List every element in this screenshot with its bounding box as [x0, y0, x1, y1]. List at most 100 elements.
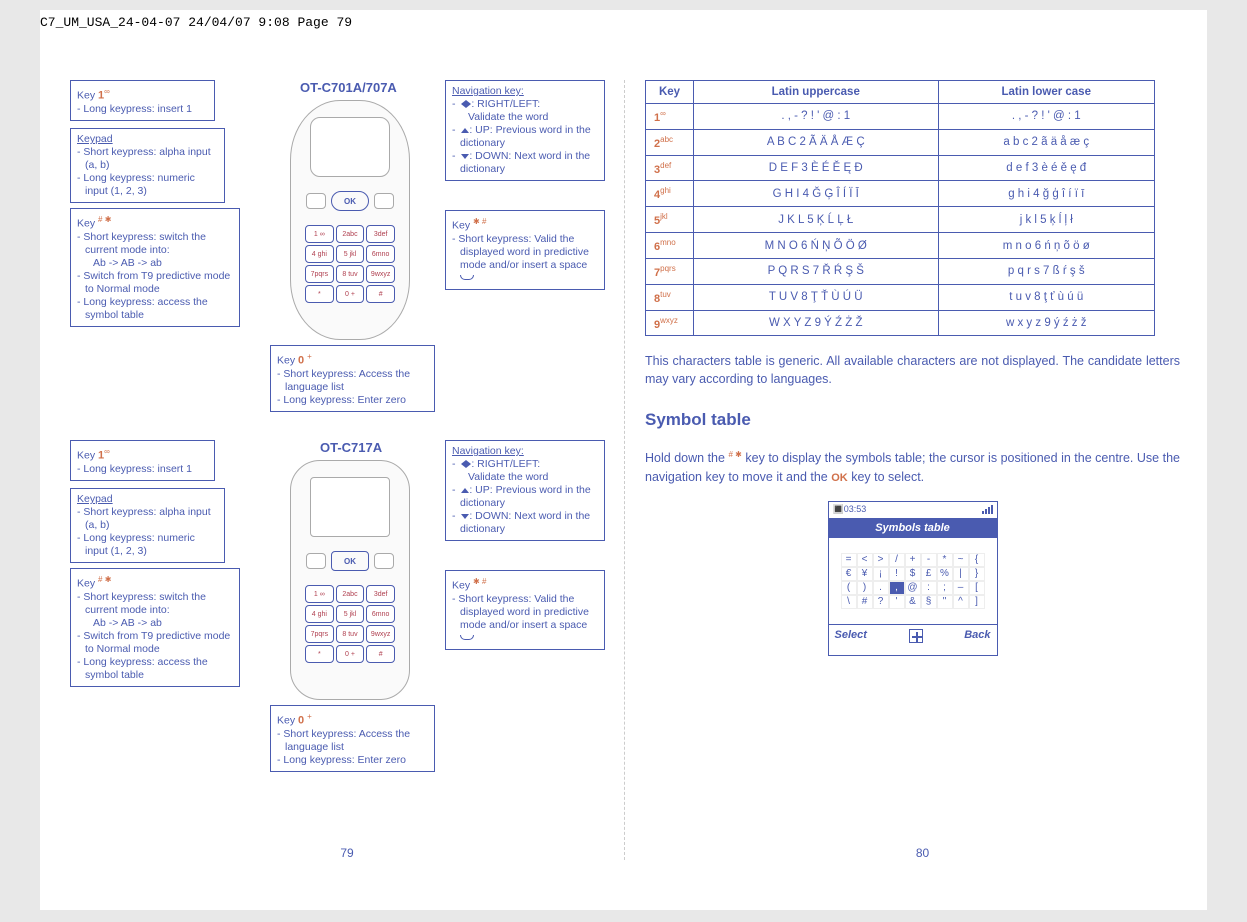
line: - : RIGHT/LEFT:	[452, 458, 598, 471]
lower-cell: t u v 8 ţ ť ù ú ü	[938, 284, 1155, 310]
symbol-cell: £	[921, 567, 937, 581]
symbol-cell: ,	[889, 581, 905, 595]
symbol-cell: ~	[953, 553, 969, 567]
callout-key1-a: Key 1∞ - Long keypress: insert 1	[70, 80, 215, 121]
lower-cell: d e f 3 è é ě ę đ	[938, 155, 1155, 181]
text: - Short keypress: Valid the displayed wo…	[452, 233, 589, 271]
phone1-keypad: 1 ∞2abc3def4 ghi5 jkl6mno7pqrs8 tuv9wxyz…	[305, 225, 395, 303]
callout-key0-a: Key 0 + - Short keypress: Access the lan…	[270, 345, 435, 412]
symbol-cell: +	[905, 553, 921, 567]
line: - Switch from T9 predictive mode to Norm…	[77, 630, 233, 656]
key-0-label: 0	[298, 715, 304, 727]
symbol-cell: ¡	[873, 567, 889, 581]
symbol-cell: (	[841, 581, 857, 595]
table-row: 4ghiG H I 4 Ğ Ģ Î Í Ï Īg h i 4 ğ ģ î í ï…	[646, 181, 1155, 207]
phone2-nav: OK	[310, 543, 390, 579]
table-row: 2abcA B C 2 Ã Ä Å Æ Ça b c 2 ã ä å æ ç	[646, 129, 1155, 155]
symbol-cell: ;	[937, 581, 953, 595]
callout-keystar-a: Key ✱ # - Short keypress: Valid the disp…	[445, 210, 605, 290]
symbol-cell: ?	[873, 595, 889, 609]
callout-nav-a: Navigation key: - : RIGHT/LEFT: Validate…	[445, 80, 605, 181]
space-icon	[460, 275, 474, 280]
table-header: Latin uppercase	[694, 81, 939, 104]
symbol-cell: |	[953, 567, 969, 581]
line: - Short keypress: switch the current mod…	[77, 591, 233, 617]
callout-keyhash-a: Key # ✱ - Short keypress: switch the cur…	[70, 208, 240, 327]
phone-key: 7pqrs	[305, 265, 334, 283]
title: Navigation key:	[452, 85, 524, 97]
phone-key: 1 ∞	[305, 225, 334, 243]
right-page: KeyLatin uppercaseLatin lower case 1∞. ,…	[625, 80, 1180, 860]
label: Key	[77, 218, 95, 230]
symbol-cell: ]	[969, 595, 985, 609]
symbol-cell: =	[841, 553, 857, 567]
line: - Short keypress: Valid the displayed wo…	[452, 233, 598, 285]
phone-key: #	[366, 645, 395, 663]
screen-body: =<>/+-*~{€¥¡!$£%|}().,@:;–[\#?'&§"^]	[829, 538, 997, 624]
table-header: Key	[646, 81, 694, 104]
lower-cell: . , - ? ! ' @ : 1	[938, 104, 1155, 130]
symbol-cell: #	[857, 595, 873, 609]
phone2-keypad: 1 ∞2abc3def4 ghi5 jkl6mno7pqrs8 tuv9wxyz…	[305, 585, 395, 663]
space-icon	[460, 635, 474, 640]
label: Key	[277, 715, 295, 727]
phone2-title: OT-C717A	[320, 440, 382, 455]
label: Key	[77, 90, 95, 102]
symbol-cell: -	[921, 553, 937, 567]
line: - Long keypress: insert 1	[77, 463, 208, 476]
symbol-cell: {	[969, 553, 985, 567]
key-cell: 4ghi	[646, 181, 694, 207]
line: - Short keypress: alpha input (a, b)	[77, 146, 218, 172]
line: - : DOWN: Next word in the dictionary	[452, 150, 598, 176]
symbol-cell: €	[841, 567, 857, 581]
phone1-title: OT-C701A/707A	[300, 80, 397, 95]
soft-right-key	[374, 193, 394, 209]
table-row: 1∞. , - ? ! ' @ : 1. , - ? ! ' @ : 1	[646, 104, 1155, 130]
phone-key: 3def	[366, 225, 395, 243]
key-0-sup: +	[307, 712, 312, 721]
symbol-cell: .	[873, 581, 889, 595]
symbol-cell: }	[969, 567, 985, 581]
hash-sup: # ✱	[98, 215, 111, 224]
text: Hold down the	[645, 452, 728, 466]
ok-button: OK	[331, 551, 369, 571]
screen-title: Symbols table	[829, 518, 997, 538]
phone-key: 7pqrs	[305, 625, 334, 643]
symbol-cell: )	[857, 581, 873, 595]
line: - Short keypress: Valid the displayed wo…	[452, 593, 598, 645]
screen-statusbar: 🔳03:53	[829, 502, 997, 518]
phone1-graphic: OK 1 ∞2abc3def4 ghi5 jkl6mno7pqrs8 tuv9w…	[290, 100, 410, 340]
symbol-cell: @	[905, 581, 921, 595]
line: Ab -> AB -> ab	[77, 617, 233, 630]
line: - Short keypress: switch the current mod…	[77, 231, 233, 257]
lower-cell: w x y z 9 ý ź ż ž	[938, 310, 1155, 336]
phone-key: 8 tuv	[336, 265, 365, 283]
symbol-cell: :	[921, 581, 937, 595]
ok-key-icon: OK	[831, 472, 848, 484]
key-cell: 7pqrs	[646, 258, 694, 284]
line: - Long keypress: Enter zero	[277, 754, 428, 767]
page-wrap: C7_UM_USA_24-04-07 24/04/07 9:08 Page 79…	[40, 10, 1207, 910]
upper-cell: W X Y Z 9 Ý Ź Ż Ž	[694, 310, 939, 336]
text: key to select.	[848, 470, 924, 484]
upper-cell: A B C 2 Ã Ä Å Æ Ç	[694, 129, 939, 155]
softkey-back: Back	[964, 629, 990, 643]
text: : UP: Previous word in the dictionary	[460, 484, 591, 509]
soft-right-key	[374, 553, 394, 569]
lower-cell: g h i 4 ğ ģ î í ï ī	[938, 181, 1155, 207]
phone-key: 4 ghi	[305, 605, 334, 623]
line: - Long keypress: numeric input (1, 2, 3)	[77, 532, 218, 558]
key-cell: 5jkl	[646, 207, 694, 233]
line: - Short keypress: alpha input (a, b)	[77, 506, 218, 532]
key-0-label: 0	[298, 355, 304, 367]
lower-cell: j k l 5 ķ ĺ ļ ł	[938, 207, 1155, 233]
key-0-sup: +	[307, 352, 312, 361]
hash-sup: # ✱	[98, 575, 111, 584]
symbol-cell: \	[841, 595, 857, 609]
symbols-table-screenshot: 🔳03:53 Symbols table =<>/+-*~{€¥¡!$£%|}(…	[828, 501, 998, 656]
table-row: 5jklJ K L 5 Ķ Ĺ Ļ Łj k l 5 ķ ĺ ļ ł	[646, 207, 1155, 233]
symbol-cell: '	[889, 595, 905, 609]
text: : RIGHT/LEFT:	[471, 98, 540, 110]
phone-key: *	[305, 645, 334, 663]
phone2-graphic: OK 1 ∞2abc3def4 ghi5 jkl6mno7pqrs8 tuv9w…	[290, 460, 410, 700]
